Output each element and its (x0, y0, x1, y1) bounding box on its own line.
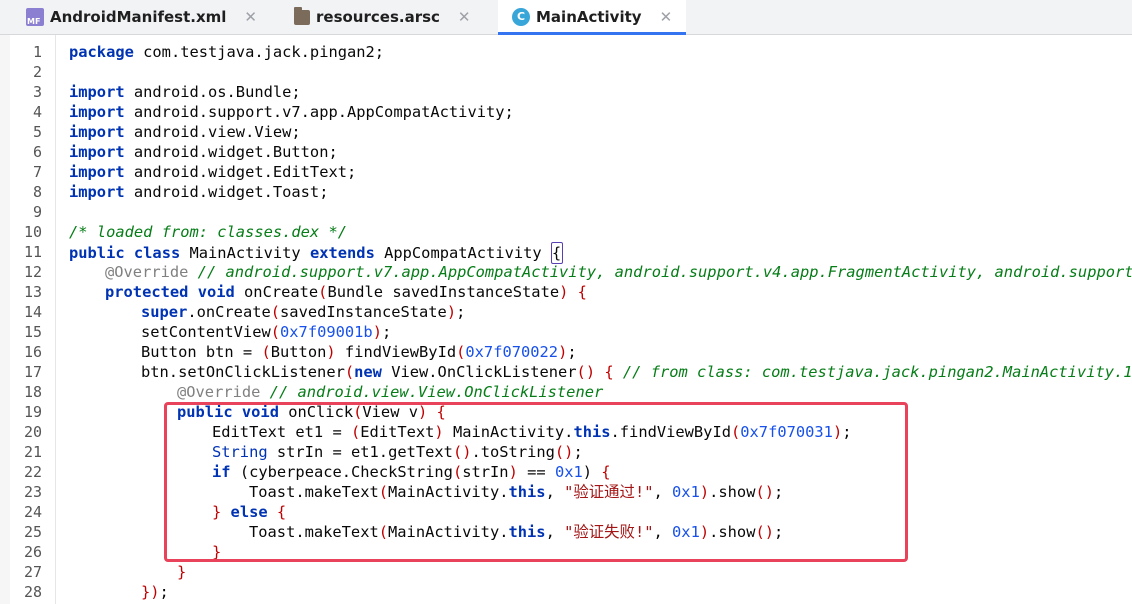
close-icon[interactable]: ✕ (244, 8, 257, 26)
code-line: public class MainActivity extends AppCom… (69, 242, 563, 264)
line-number: 10 (23, 223, 42, 241)
code-line: import android.support.v7.app.AppCompatA… (69, 103, 514, 121)
code-line: setContentView(0x7f09001b); (141, 323, 392, 341)
tab-label: AndroidManifest.xml (50, 8, 227, 26)
close-icon[interactable]: ✕ (660, 8, 673, 26)
line-number: 19 (23, 403, 42, 421)
line-number: 23 (23, 483, 42, 501)
code-line: Button btn = (Button) findViewById(0x7f0… (141, 343, 577, 361)
line-number: 17 (23, 363, 42, 381)
line-number: 8 (32, 183, 42, 201)
line-number: 2 (32, 63, 42, 81)
tab-label: MainActivity (536, 8, 642, 26)
line-number: 25 (23, 523, 42, 541)
line-number: 27 (23, 563, 42, 581)
tab-resources-arsc[interactable]: resources.arsc ✕ (294, 0, 471, 34)
code-comment: /* loaded from: classes.dex */ (69, 223, 347, 241)
line-number: 12 (23, 263, 42, 281)
line-number: 6 (32, 143, 42, 161)
code-line: protected void onCreate(Bundle savedInst… (105, 283, 587, 301)
line-number: 11 (23, 243, 42, 261)
tab-android-manifest[interactable]: MF AndroidManifest.xml ✕ (26, 0, 257, 34)
code-line: import android.os.Bundle; (69, 83, 301, 101)
code-line: @Override // android.support.v7.app.AppC… (105, 263, 1132, 281)
line-number: 1 (32, 43, 42, 61)
code-line: import android.widget.Button; (69, 143, 338, 161)
line-number: 9 (32, 203, 42, 221)
code-line: import android.widget.EditText; (69, 163, 357, 181)
line-number: 21 (23, 443, 42, 461)
line-number: 15 (23, 323, 42, 341)
class-icon: C (512, 8, 530, 26)
tab-label: resources.arsc (316, 8, 440, 26)
line-number: 28 (23, 583, 42, 601)
line-number: 14 (23, 303, 42, 321)
code-line: super.onCreate(savedInstanceState); (141, 303, 466, 321)
close-icon[interactable]: ✕ (458, 8, 471, 26)
line-number: 16 (23, 343, 42, 361)
manifest-file-icon: MF (26, 8, 44, 26)
highlight-annotation-box (164, 402, 908, 562)
line-number: 24 (23, 503, 42, 521)
line-number: 3 (32, 83, 42, 101)
code-line: } (177, 563, 187, 581)
line-number: 26 (23, 543, 42, 561)
code-line: }); (141, 583, 169, 601)
line-number: 20 (23, 423, 42, 441)
line-number: 22 (23, 463, 42, 481)
code-line: package com.testjava.jack.pingan2; (69, 43, 385, 61)
editor-tab-bar: MF AndroidManifest.xml ✕ resources.arsc … (0, 0, 1132, 35)
code-line: import android.widget.Toast; (69, 183, 329, 201)
code-line: @Override // android.view.View.OnClickLi… (177, 383, 604, 401)
code-line: btn.setOnClickListener(new View.OnClickL… (141, 363, 1132, 381)
line-number: 7 (32, 163, 42, 181)
code-line: import android.view.View; (69, 123, 301, 141)
folder-icon (294, 6, 310, 25)
line-number: 18 (23, 383, 42, 401)
line-number: 5 (32, 123, 42, 141)
brace-match: { (550, 242, 563, 264)
line-number: 13 (23, 283, 42, 301)
line-number: 4 (32, 103, 42, 121)
tab-main-activity[interactable]: C MainActivity ✕ (498, 0, 687, 35)
